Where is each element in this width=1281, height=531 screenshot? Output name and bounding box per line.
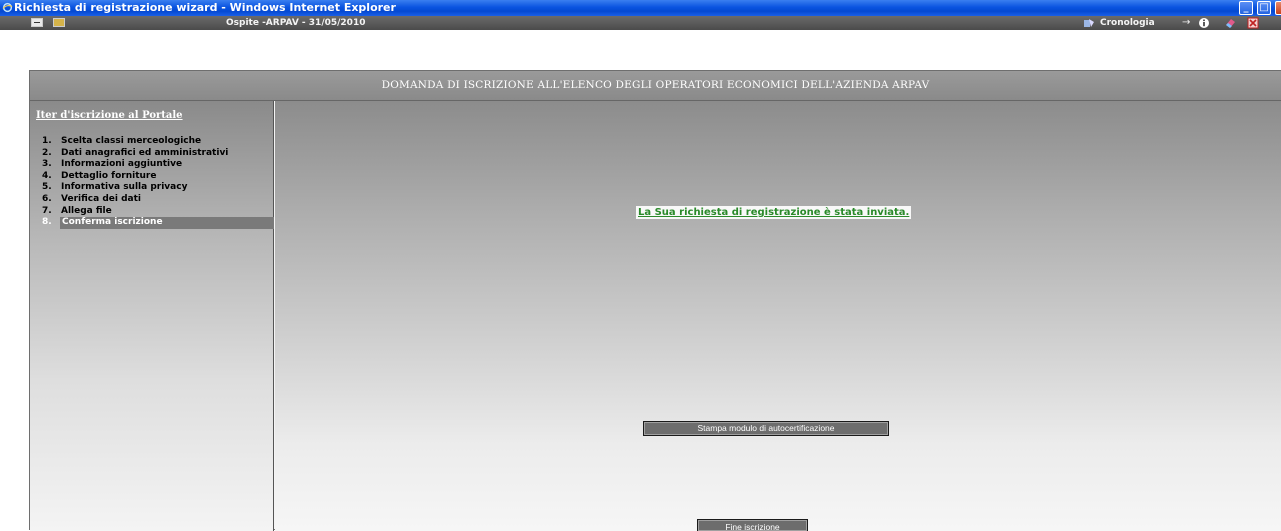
step-number: 5. bbox=[42, 182, 52, 193]
registration-frame: DOMANDA DI ISCRIZIONE ALL'ELENCO DEGLI O… bbox=[29, 70, 1281, 531]
app-toolbar: Ospite -ARPAV - 31/05/2010 Cronologia → bbox=[0, 16, 1281, 46]
step-number: 3. bbox=[42, 159, 52, 170]
page-title: DOMANDA DI ISCRIZIONE ALL'ELENCO DEGLI O… bbox=[30, 71, 1281, 101]
history-link[interactable]: Cronologia bbox=[1100, 16, 1155, 31]
step-label: Informazioni aggiuntive bbox=[61, 159, 183, 170]
print-self-certification-button[interactable]: Stampa modulo di autocertificazione bbox=[643, 421, 889, 436]
step-number: 7. bbox=[42, 205, 52, 216]
wizard-step-3[interactable]: 3. Informazioni aggiuntive bbox=[30, 159, 274, 171]
wizard-step-5[interactable]: 5. Informativa sulla privacy bbox=[30, 182, 274, 194]
step-number: 2. bbox=[42, 147, 52, 158]
folder-icon[interactable] bbox=[53, 18, 65, 27]
eraser-icon[interactable] bbox=[1224, 17, 1236, 29]
main-content: La Sua richiesta di registrazione è stat… bbox=[275, 101, 1281, 531]
minimize-window-button[interactable]: _ bbox=[1239, 1, 1253, 15]
end-registration-button[interactable]: Fine iscrizione bbox=[697, 519, 808, 531]
step-label: Verifica dei dati bbox=[61, 193, 141, 204]
step-number: 8. bbox=[42, 217, 52, 228]
info-icon[interactable] bbox=[1198, 17, 1210, 29]
history-icon[interactable] bbox=[1083, 18, 1095, 28]
step-label: Allega file bbox=[61, 205, 112, 216]
step-number: 1. bbox=[42, 136, 52, 146]
step-label: Conferma iscrizione bbox=[60, 217, 274, 229]
close-window-button[interactable] bbox=[1275, 1, 1281, 15]
maximize-window-button[interactable]: □ bbox=[1257, 1, 1271, 15]
wizard-steps-list: 1. Scelta classi merceologiche 2. Dati ana… bbox=[30, 136, 274, 229]
exit-icon[interactable] bbox=[1247, 17, 1259, 29]
internet-explorer-icon bbox=[2, 2, 13, 13]
wizard-step-2[interactable]: 2. Dati anagrafici ed amministrativi bbox=[30, 148, 274, 160]
step-label: Scelta classi merceologiche bbox=[61, 136, 202, 146]
minimize-icon[interactable] bbox=[31, 18, 43, 27]
user-info: Ospite -ARPAV - 31/05/2010 bbox=[226, 18, 366, 28]
wizard-step-7[interactable]: 7. Allega file bbox=[30, 206, 274, 218]
step-label: Dettaglio forniture bbox=[61, 170, 157, 181]
sidebar-title-link[interactable]: Iter d'iscrizione al Portale bbox=[36, 110, 183, 121]
step-number: 6. bbox=[42, 193, 52, 204]
window-title-bar[interactable]: Richiesta di registrazione wizard - Wind… bbox=[0, 0, 1281, 16]
wizard-step-8-active[interactable]: 8. Conferma iscrizione bbox=[30, 217, 274, 229]
arrow-icon: → bbox=[1182, 17, 1191, 28]
wizard-step-4[interactable]: 4. Dettaglio forniture bbox=[30, 171, 274, 183]
step-label: Dati anagrafici ed amministrativi bbox=[61, 147, 229, 158]
wizard-step-6[interactable]: 6. Verifica dei dati bbox=[30, 194, 274, 206]
step-number: 4. bbox=[42, 170, 52, 181]
wizard-step-1[interactable]: 1. Scelta classi merceologiche bbox=[30, 136, 274, 148]
window-title: Richiesta di registrazione wizard - Wind… bbox=[14, 1, 396, 14]
wizard-sidebar: Iter d'iscrizione al Portale 1. Scelta cl… bbox=[30, 101, 274, 531]
confirmation-message: La Sua richiesta di registrazione è stat… bbox=[636, 206, 912, 219]
step-label: Informativa sulla privacy bbox=[61, 182, 188, 193]
toolbar-strip: Ospite -ARPAV - 31/05/2010 Cronologia → bbox=[0, 16, 1281, 30]
